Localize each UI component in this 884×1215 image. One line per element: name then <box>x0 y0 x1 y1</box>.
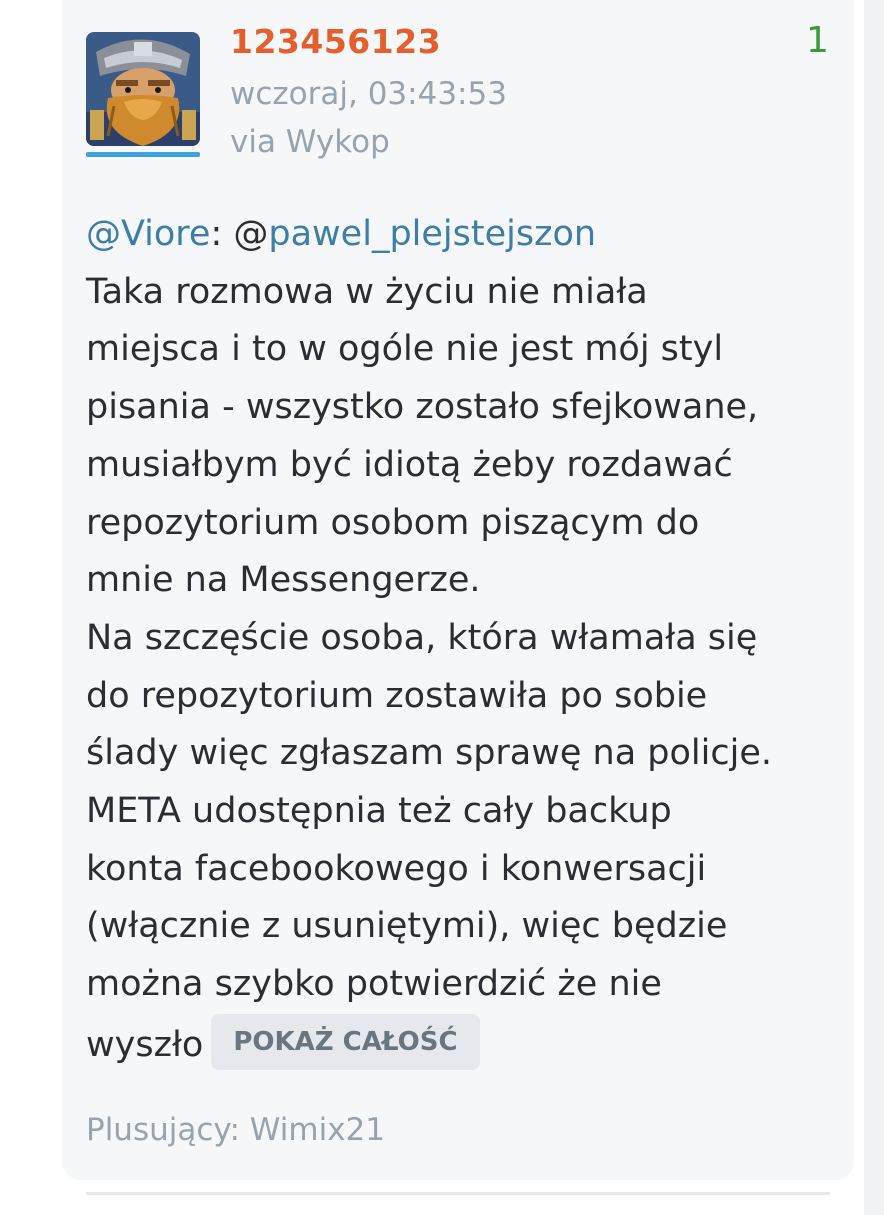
timestamp[interactable]: wczoraj, 03:43:53 <box>230 76 507 112</box>
dwarf-warrior-avatar-icon <box>86 32 200 146</box>
voters-list[interactable]: Plusujący: Wimix21 <box>86 1112 385 1148</box>
last-line-text: wyszło <box>86 1024 204 1065</box>
body-line: mnie na Messengerze. <box>86 560 481 601</box>
body-line: Na szczęście osoba, która włamała się <box>86 617 758 658</box>
body-line: (włącznie z usuniętymi), więc będzie <box>86 906 728 947</box>
page: 123456123 1 wczoraj, 03:43:53 via Wykop … <box>0 0 884 1215</box>
author-name[interactable]: 123456123 <box>230 22 441 61</box>
body-line: Taka rozmowa w życiu nie miała <box>86 271 648 312</box>
scroll-edge <box>864 0 884 1215</box>
mentions-line: @Viore: @pawel_plejstejszon <box>86 206 846 264</box>
last-body-line: wyszło POKAŻ CAŁOŚĆ <box>86 1013 846 1075</box>
body-line: miejsca i to w ogóle nie jest mój styl <box>86 329 724 370</box>
body-line: można szybko potwierdzić że nie <box>86 964 662 1005</box>
body-line: ślady więc zgłaszam sprawę na policje. <box>86 733 773 774</box>
mention-viore[interactable]: Viore <box>121 214 210 254</box>
avatar[interactable] <box>86 32 200 158</box>
source-label: via Wykop <box>230 124 390 160</box>
mention-pawel[interactable]: pawel_plejstejszon <box>268 214 596 254</box>
vote-count[interactable]: 1 <box>806 20 829 61</box>
mention-prefix: @ <box>86 214 121 254</box>
show-all-button[interactable]: POKAŻ CAŁOŚĆ <box>211 1013 480 1070</box>
body-line: konta facebookowego i konwersacji <box>86 848 707 889</box>
body-line: META udostępnia też cały backup <box>86 791 672 832</box>
mention-separator: : @ <box>210 214 269 254</box>
body-line: pisania - wszystko zostało sfejkowane, <box>86 387 759 428</box>
avatar-underline <box>86 152 200 157</box>
body-line: do repozytorium zostawiła po sobie <box>86 675 708 716</box>
body-line: musiałbym być idiotą żeby rozdawać <box>86 444 733 485</box>
body-line: repozytorium osobom piszącym do <box>86 502 700 543</box>
entry-body: @Viore: @pawel_plejstejszon Taka rozmowa… <box>86 206 846 1075</box>
divider <box>86 1192 830 1195</box>
